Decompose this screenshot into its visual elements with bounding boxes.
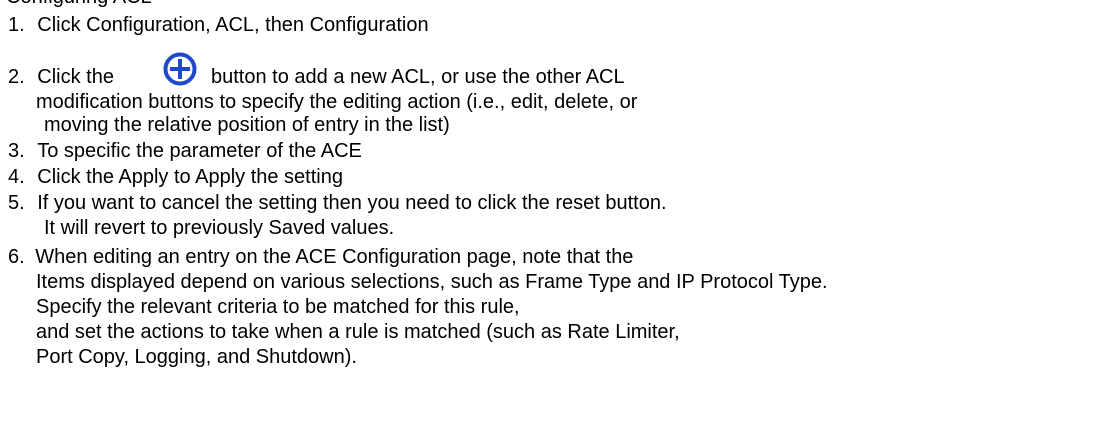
step-1: 1. Click Configuration, ACL, then Config… bbox=[8, 14, 429, 36]
step-1-text: Click Configuration, ACL, then Configura… bbox=[37, 14, 429, 36]
step-2-text-before: Click the bbox=[37, 66, 114, 88]
step-3-text: To specific the parameter of the ACE bbox=[37, 140, 362, 162]
step-2-text-after: button to add a new ACL, or use the othe… bbox=[211, 66, 625, 88]
step-4-number: 4. bbox=[8, 166, 25, 188]
step-5: 5. If you want to cancel the setting the… bbox=[8, 192, 667, 214]
add-circle-icon bbox=[163, 52, 197, 86]
step-2-line-3: moving the relative position of entry in… bbox=[44, 114, 450, 136]
step-6-line-2: Items displayed depend on various select… bbox=[36, 271, 828, 293]
step-6: 6. When editing an entry on the ACE Conf… bbox=[8, 246, 633, 268]
step-1-number: 1. bbox=[8, 14, 25, 36]
step-6-line-5: Port Copy, Logging, and Shutdown). bbox=[36, 346, 357, 368]
instructions-page: Configuring ACL 1. Click Configuration, … bbox=[0, 0, 1106, 428]
step-4-text: Click the Apply to Apply the setting bbox=[37, 166, 343, 188]
step-2-number: 2. bbox=[8, 66, 25, 88]
step-6-line-3: Specify the relevant criteria to be matc… bbox=[36, 296, 520, 318]
step-6-number: 6. bbox=[8, 246, 25, 268]
step-3: 3. To specific the parameter of the ACE bbox=[8, 140, 362, 162]
step-4: 4. Click the Apply to Apply the setting bbox=[8, 166, 343, 188]
step-5-text: If you want to cancel the setting then y… bbox=[37, 192, 667, 214]
step-6-text: When editing an entry on the ACE Configu… bbox=[35, 246, 634, 268]
step-6-line-4: and set the actions to take when a rule … bbox=[36, 321, 680, 343]
step-2-line-2: modification buttons to specify the edit… bbox=[36, 91, 638, 113]
heading-partial: Configuring ACL bbox=[6, 0, 152, 8]
step-3-number: 3. bbox=[8, 140, 25, 162]
step-5-line-2: It will revert to previously Saved value… bbox=[44, 217, 395, 239]
step-5-number: 5. bbox=[8, 192, 25, 214]
